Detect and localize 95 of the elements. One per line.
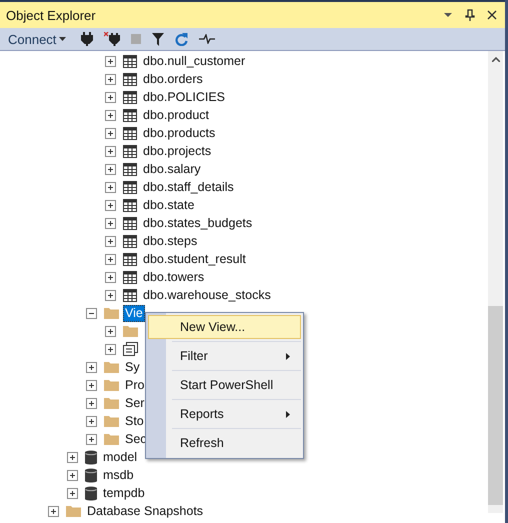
tree-item[interactable]: msdb	[101, 466, 136, 484]
tree-item[interactable]: dbo.products	[141, 124, 218, 142]
pin-icon[interactable]	[465, 9, 475, 21]
expand-icon[interactable]	[105, 164, 116, 174]
tree-item[interactable]: dbo.staff_details	[141, 178, 236, 196]
expand-icon[interactable]	[86, 398, 97, 408]
expand-icon[interactable]	[67, 470, 78, 480]
expand-icon[interactable]	[105, 254, 116, 264]
refresh-icon[interactable]	[175, 32, 188, 46]
tree-item[interactable]: Sy	[123, 358, 142, 376]
table-icon	[123, 180, 137, 194]
expand-icon[interactable]	[105, 182, 116, 192]
scrollbar[interactable]	[488, 51, 503, 513]
table-icon	[123, 252, 137, 266]
folder-icon	[104, 397, 119, 409]
table-icon	[123, 288, 137, 302]
expand-icon[interactable]	[86, 434, 97, 444]
expand-icon[interactable]	[67, 452, 78, 462]
tree-item[interactable]: dbo.states_budgets	[141, 214, 254, 232]
table-icon	[123, 72, 137, 86]
tree-item[interactable]: Vie	[123, 304, 145, 322]
expand-icon[interactable]	[86, 416, 97, 426]
table-icon	[123, 162, 137, 176]
tree-item[interactable]: tempdb	[101, 484, 147, 502]
tree-item[interactable]: Sto	[123, 412, 146, 430]
table-icon	[123, 126, 137, 140]
expand-icon[interactable]	[105, 146, 116, 156]
expand-icon[interactable]	[105, 344, 116, 354]
tree-item[interactable]: dbo.POLICIES	[141, 88, 227, 106]
dropdown-icon[interactable]	[443, 12, 453, 18]
expand-icon[interactable]	[105, 56, 116, 66]
filter-icon[interactable]	[152, 32, 164, 46]
expand-icon[interactable]	[105, 326, 116, 336]
database-icon	[85, 468, 97, 482]
activity-icon[interactable]	[199, 34, 216, 44]
table-icon	[123, 108, 137, 122]
folder-icon	[104, 361, 119, 373]
table-icon	[123, 90, 137, 104]
folder-icon	[104, 379, 119, 391]
tree-item[interactable]: model	[101, 448, 140, 466]
expand-icon[interactable]	[105, 110, 116, 120]
tree-item[interactable]: dbo.student_result	[141, 250, 248, 268]
collapse-icon[interactable]	[86, 308, 97, 318]
folder-icon	[66, 505, 81, 517]
expand-icon[interactable]	[86, 380, 97, 390]
menu-item[interactable]: New View...	[148, 315, 301, 339]
close-icon[interactable]	[487, 10, 497, 20]
expand-icon[interactable]	[86, 362, 97, 372]
tree-item[interactable]: dbo.product	[141, 106, 212, 124]
table-icon	[123, 270, 137, 284]
scroll-thumb[interactable]	[488, 306, 503, 505]
folder-icon	[104, 415, 119, 427]
folder-icon	[104, 307, 119, 319]
database-icon	[85, 450, 97, 464]
expand-icon[interactable]	[105, 272, 116, 282]
expand-icon[interactable]	[105, 74, 116, 84]
tree-item[interactable]: dbo.warehouse_stocks	[141, 286, 273, 304]
connect-button[interactable]: Connect	[8, 32, 66, 46]
expand-icon[interactable]	[105, 236, 116, 246]
disconnect-plug-icon[interactable]	[104, 32, 120, 46]
expand-icon[interactable]	[105, 200, 116, 210]
menu-item[interactable]: Filter	[146, 344, 301, 368]
folder-icon	[123, 325, 138, 337]
tree-item[interactable]: dbo.null_customer	[141, 52, 248, 70]
table-icon	[123, 216, 137, 230]
tree-item[interactable]: dbo.projects	[141, 142, 214, 160]
table-icon	[123, 54, 137, 68]
database-icon	[85, 486, 97, 500]
window-title: Object Explorer	[6, 8, 96, 22]
expand-icon[interactable]	[48, 506, 59, 516]
scroll-up-icon[interactable]	[492, 57, 500, 62]
expand-icon[interactable]	[105, 92, 116, 102]
view-icon	[123, 342, 138, 356]
menu-item[interactable]: Start PowerShell	[146, 373, 301, 397]
tree-item[interactable]: dbo.towers	[141, 268, 206, 286]
tree-item[interactable]: dbo.orders	[141, 70, 205, 88]
plug-icon[interactable]	[81, 32, 94, 46]
expand-icon[interactable]	[67, 488, 78, 498]
tree-item[interactable]: Sec	[123, 430, 149, 448]
table-icon	[123, 198, 137, 212]
tree-item[interactable]: Database Snapshots	[85, 502, 206, 520]
folder-icon	[104, 433, 119, 445]
menu-item[interactable]: Reports	[146, 402, 301, 426]
tree-item[interactable]: dbo.steps	[141, 232, 200, 250]
menu-item[interactable]: Refresh	[146, 431, 301, 455]
table-icon	[123, 144, 137, 158]
caret-icon	[59, 37, 66, 41]
expand-icon[interactable]	[105, 218, 116, 228]
tree-item[interactable]: dbo.state	[141, 196, 196, 214]
tree-item[interactable]: Pro	[123, 376, 146, 394]
tree-item[interactable]: dbo.salary	[141, 160, 203, 178]
expand-icon[interactable]	[105, 128, 116, 138]
table-icon	[123, 234, 137, 248]
tree-item[interactable]: Ser	[123, 394, 146, 412]
expand-icon[interactable]	[105, 290, 116, 300]
